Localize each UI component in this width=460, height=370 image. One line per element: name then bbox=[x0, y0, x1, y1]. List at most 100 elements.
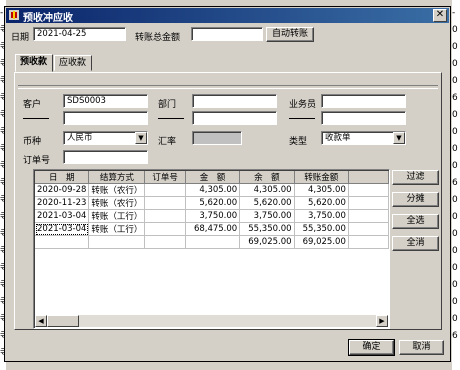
cell-transfer-amount[interactable]: 69,025.00 bbox=[294, 235, 349, 249]
cell-date[interactable]: 2020-09-28 bbox=[35, 183, 90, 197]
currency-select[interactable]: 人民币 ▼ bbox=[63, 131, 148, 145]
customer-name-field[interactable] bbox=[63, 111, 148, 125]
salesperson-name-dash bbox=[289, 118, 315, 119]
horizontal-scrollbar[interactable]: ◀ ▶ bbox=[35, 315, 388, 327]
cell-balance[interactable]: 55,350.00 bbox=[239, 222, 295, 236]
cell-order-no[interactable] bbox=[144, 183, 186, 197]
department-field[interactable] bbox=[192, 94, 277, 108]
column-header-date[interactable]: 日 期 bbox=[35, 171, 90, 184]
app-icon bbox=[9, 10, 19, 20]
tab-receivable[interactable]: 应收款 bbox=[54, 55, 92, 71]
auto-transfer-button[interactable]: 自动转账 bbox=[266, 27, 314, 42]
cell-date[interactable]: 2021-03-04 bbox=[35, 222, 90, 236]
cell-amount[interactable]: 3,750.00 bbox=[185, 209, 241, 223]
cell-order-no[interactable] bbox=[144, 196, 186, 210]
date-label: 日期 bbox=[11, 33, 30, 43]
apportion-button[interactable]: 分摊 bbox=[392, 192, 439, 207]
order-number-field[interactable] bbox=[63, 150, 148, 164]
table-row[interactable]: 2020-09-28 转账（农行） 4,305.00 4,305.00 4,305.00 bbox=[35, 183, 389, 197]
customer-name-dash bbox=[23, 118, 49, 119]
salesperson-name-field[interactable] bbox=[321, 111, 406, 125]
background-glyph: 0 bbox=[452, 161, 458, 171]
cell-transfer-amount[interactable]: 3,750.00 bbox=[294, 209, 349, 223]
cell-filler bbox=[348, 209, 389, 223]
cell-date[interactable]: 2020-11-23 bbox=[35, 196, 90, 210]
filter-button[interactable]: 过滤 bbox=[392, 170, 439, 185]
tab-panel: 客户 SDS0003 部门 业务员 币种 人民币 ▼ 汇率 类型 收款单 ▼ 订… bbox=[14, 72, 442, 330]
panel-divider bbox=[18, 85, 438, 89]
table-row[interactable]: 2020-11-23 转账（农行） 5,620.00 5,620.00 5,620.00 bbox=[35, 196, 389, 210]
type-label: 类型 bbox=[289, 137, 308, 147]
cell-amount[interactable]: 68,475.00 bbox=[185, 222, 241, 236]
background-glyph: 0 bbox=[452, 246, 458, 256]
cell-amount[interactable] bbox=[185, 235, 241, 249]
background-glyph: 0 bbox=[452, 195, 458, 205]
column-header-amount[interactable]: 金 额 bbox=[185, 171, 241, 184]
cell-transfer-amount[interactable]: 4,305.00 bbox=[294, 183, 349, 197]
select-all-button[interactable]: 全选 bbox=[392, 214, 439, 229]
background-app-right-strip: - 0 0 0 0 6 0 0 0 0 6 0 0 0 0 0 0 0 0 6 bbox=[452, 0, 460, 370]
column-header-transfer-amount[interactable]: 转账金额 bbox=[294, 171, 349, 184]
column-header-balance[interactable]: 余 额 bbox=[239, 171, 295, 184]
cell-order-no[interactable] bbox=[144, 222, 186, 236]
exchange-rate-label: 汇率 bbox=[158, 137, 177, 147]
salesperson-field[interactable] bbox=[321, 94, 406, 108]
tab-advance-receipt[interactable]: 预收款 bbox=[15, 54, 53, 72]
background-glyph: 6 bbox=[452, 93, 458, 103]
cell-balance[interactable]: 69,025.00 bbox=[239, 235, 295, 249]
cell-transfer-amount[interactable]: 55,350.00 bbox=[294, 222, 349, 236]
customer-label: 客户 bbox=[23, 100, 42, 110]
total-amount-field[interactable] bbox=[191, 27, 263, 41]
cell-filler bbox=[348, 183, 389, 197]
table-row[interactable]: 2021-03-04 转账（工行） 68,475.00 55,350.00 55,350… bbox=[35, 222, 389, 236]
background-glyph: 0 bbox=[452, 314, 458, 324]
grid-table: 日 期 结算方式 订单号 金 额 余 额 转账金额 2020-09-28 转账（农… bbox=[35, 171, 389, 249]
title-bar[interactable]: 预收冲应收 ✕ bbox=[6, 8, 449, 24]
column-header-filler bbox=[348, 171, 389, 184]
cell-transfer-amount[interactable]: 5,620.00 bbox=[294, 196, 349, 210]
background-glyph: 6 bbox=[452, 178, 458, 188]
background-glyph: 0 bbox=[452, 263, 458, 273]
cell-settlement[interactable] bbox=[88, 235, 146, 249]
table-row[interactable]: 2021-03-04 转账（工行） 3,750.00 3,750.00 3,750.00 bbox=[35, 209, 389, 223]
scroll-right-icon[interactable]: ▶ bbox=[376, 315, 388, 327]
column-header-order-no[interactable]: 订单号 bbox=[144, 171, 186, 184]
allocation-grid[interactable]: 日 期 结算方式 订单号 金 额 余 额 转账金额 2020-09-28 转账（农… bbox=[33, 169, 390, 329]
cell-balance[interactable]: 5,620.00 bbox=[239, 196, 295, 210]
cell-date[interactable]: 2021-03-04 bbox=[35, 209, 90, 223]
cell-amount[interactable]: 4,305.00 bbox=[185, 183, 241, 197]
column-header-settlement[interactable]: 结算方式 bbox=[88, 171, 146, 184]
background-glyph: 0 bbox=[452, 212, 458, 222]
grid-body: 2020-09-28 转账（农行） 4,305.00 4,305.00 4,305.00… bbox=[35, 183, 389, 249]
cell-filler bbox=[348, 235, 389, 249]
currency-value: 人民币 bbox=[67, 133, 93, 143]
cell-order-no[interactable] bbox=[144, 209, 186, 223]
scroll-thumb[interactable] bbox=[47, 315, 79, 327]
cell-settlement[interactable]: 转账（工行） bbox=[88, 222, 146, 236]
type-value: 收款单 bbox=[325, 133, 351, 143]
department-name-dash bbox=[158, 118, 184, 119]
date-field[interactable]: 2021-04-25 bbox=[33, 27, 126, 41]
table-row[interactable]: 69,025.00 69,025.00 bbox=[35, 235, 389, 249]
chevron-down-icon[interactable]: ▼ bbox=[135, 132, 147, 144]
cell-balance[interactable]: 3,750.00 bbox=[239, 209, 295, 223]
cell-settlement[interactable]: 转账（工行） bbox=[88, 209, 146, 223]
background-glyph: 0 bbox=[452, 127, 458, 137]
salesperson-label: 业务员 bbox=[289, 100, 317, 110]
close-button[interactable]: ✕ bbox=[433, 9, 447, 22]
scroll-left-icon[interactable]: ◀ bbox=[35, 315, 47, 327]
clear-all-button[interactable]: 全消 bbox=[392, 236, 439, 251]
cancel-button[interactable]: 取消 bbox=[399, 340, 444, 355]
chevron-down-icon[interactable]: ▼ bbox=[393, 132, 405, 144]
background-glyph: 0 bbox=[452, 25, 458, 35]
cell-order-no[interactable] bbox=[144, 235, 186, 249]
customer-field[interactable]: SDS0003 bbox=[63, 94, 148, 108]
cell-settlement[interactable]: 转账（农行） bbox=[88, 183, 146, 197]
cell-date[interactable] bbox=[35, 235, 90, 249]
cell-balance[interactable]: 4,305.00 bbox=[239, 183, 295, 197]
department-name-field[interactable] bbox=[192, 111, 277, 125]
ok-button[interactable]: 确定 bbox=[348, 339, 395, 356]
cell-settlement[interactable]: 转账（农行） bbox=[88, 196, 146, 210]
cell-amount[interactable]: 5,620.00 bbox=[185, 196, 241, 210]
type-select[interactable]: 收款单 ▼ bbox=[321, 131, 406, 145]
